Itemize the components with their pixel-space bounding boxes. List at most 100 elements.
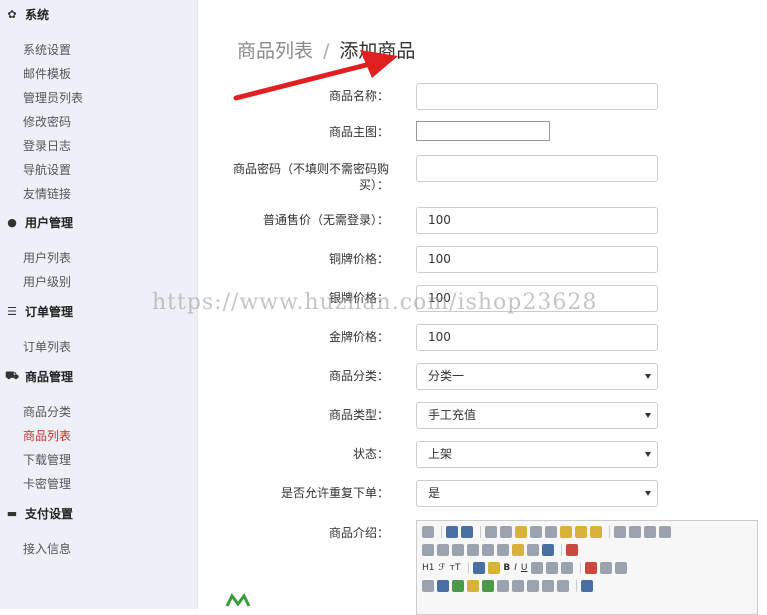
preview-icon[interactable] xyxy=(485,526,497,538)
unordered-list-icon[interactable] xyxy=(437,544,449,556)
paste-text-icon[interactable] xyxy=(575,526,587,538)
category-select[interactable]: 分类一 xyxy=(416,363,658,390)
cut-icon[interactable] xyxy=(530,526,542,538)
watermark: https://www.huzhan.com/ishop23628 xyxy=(152,290,598,315)
map-icon[interactable] xyxy=(482,580,494,592)
align-justify-icon[interactable] xyxy=(659,526,671,538)
print-icon[interactable] xyxy=(500,526,512,538)
password-label: 商品密码（不填则不需密码购买）： xyxy=(232,162,389,192)
sidebar-item[interactable]: 修改密码 xyxy=(0,110,198,134)
copy-icon[interactable] xyxy=(545,526,557,538)
sidebar-item[interactable]: 接入信息 xyxy=(0,537,198,561)
sidebar-section-title[interactable]: ✿ 系统 xyxy=(0,4,198,24)
sidebar-item[interactable]: 邮件模板 xyxy=(0,62,198,86)
eraser-icon[interactable] xyxy=(561,562,574,574)
user-icon: ● xyxy=(7,215,17,229)
password-input[interactable] xyxy=(416,155,658,182)
unlink-icon[interactable] xyxy=(557,580,569,592)
paste-icon[interactable] xyxy=(560,526,572,538)
cursor-icon[interactable] xyxy=(542,544,554,556)
sidebar-item[interactable]: 管理员列表 xyxy=(0,86,198,110)
font-family-button[interactable]: ℱ xyxy=(439,563,446,573)
gold-price-label: 金牌价格： xyxy=(328,330,389,344)
code-icon[interactable] xyxy=(497,580,509,592)
sidebar-item[interactable]: 下载管理 xyxy=(0,448,198,472)
help-icon[interactable] xyxy=(581,580,593,592)
align-right-icon[interactable] xyxy=(644,526,656,538)
strikethrough-icon[interactable] xyxy=(531,562,544,574)
form-row-gold-price: 金牌价格： 100 xyxy=(199,322,767,352)
list-icon: ☰ xyxy=(7,304,17,318)
repeat-select[interactable]: 是 xyxy=(416,480,658,507)
line-height-icon[interactable] xyxy=(546,562,559,574)
align-left-icon[interactable] xyxy=(614,526,626,538)
form-row-repeat: 是否允许重复下单： 是 xyxy=(199,478,767,508)
font-size-button[interactable]: тT xyxy=(450,563,461,573)
flash-icon[interactable] xyxy=(600,562,613,574)
image-label: 商品主图： xyxy=(328,125,389,139)
rich-text-editor[interactable]: H1 ℱтT B I U xyxy=(416,520,758,615)
sidebar-item[interactable]: 订单列表 xyxy=(0,335,198,359)
sidebar-item[interactable]: 商品列表 xyxy=(0,424,198,448)
name-input[interactable] xyxy=(416,83,658,110)
template-icon[interactable] xyxy=(515,526,527,538)
undo-icon[interactable] xyxy=(446,526,458,538)
sidebar-item[interactable]: 系统设置 xyxy=(0,38,198,62)
subscript-icon[interactable] xyxy=(482,544,494,556)
sidebar-section-label: 订单管理 xyxy=(25,304,74,319)
font-color-icon[interactable] xyxy=(473,562,486,574)
anchor-icon[interactable] xyxy=(527,580,539,592)
redo-icon[interactable] xyxy=(461,526,473,538)
sidebar-item[interactable]: 商品分类 xyxy=(0,400,198,424)
insert-icon[interactable] xyxy=(452,580,464,592)
sidebar-item[interactable]: 用户列表 xyxy=(0,246,198,270)
intro-label: 商品介绍： xyxy=(328,526,389,540)
form-row-password: 商品密码（不填则不需密码购买）： xyxy=(199,153,767,192)
logo-icon xyxy=(225,593,251,607)
bronze-price-input[interactable]: 100 xyxy=(416,246,658,273)
sidebar-item[interactable]: 友情链接 xyxy=(0,182,198,206)
bold-button[interactable]: B xyxy=(503,563,510,573)
sidebar-section-title[interactable]: ⛟ 商品管理 xyxy=(0,366,198,386)
image-icon[interactable] xyxy=(585,562,598,574)
image-file-input[interactable] xyxy=(416,121,550,141)
sidebar-section-title[interactable]: ▬ 支付设置 xyxy=(0,503,198,523)
attachment-icon[interactable] xyxy=(422,580,434,592)
ordered-list-icon[interactable] xyxy=(422,544,434,556)
sidebar-section: ✿ 系统系统设置 邮件模板 管理员列表 修改密码 登录日志 导航设置 友情链接 xyxy=(0,4,198,206)
repeat-label: 是否允许重复下单： xyxy=(280,486,389,500)
align-center-icon[interactable] xyxy=(629,526,641,538)
source-icon[interactable] xyxy=(422,526,434,538)
indent-icon[interactable] xyxy=(452,544,464,556)
outdent-icon[interactable] xyxy=(467,544,479,556)
fullscreen-icon[interactable] xyxy=(566,544,578,556)
italic-button[interactable]: I xyxy=(514,563,517,573)
paste-word-icon[interactable] xyxy=(590,526,602,538)
type-select[interactable]: 手工充值 xyxy=(416,402,658,429)
sidebar-item[interactable]: 卡密管理 xyxy=(0,472,198,496)
select-all-icon[interactable] xyxy=(527,544,539,556)
underline-button[interactable]: U xyxy=(521,563,528,573)
form-row-status: 状态： 上架 xyxy=(199,439,767,469)
pagebreak-icon[interactable] xyxy=(512,580,524,592)
sidebar-section-title[interactable]: ● 用户管理 xyxy=(0,212,198,232)
form-row-type: 商品类型： 手工充值 xyxy=(199,400,767,430)
superscript-icon[interactable] xyxy=(497,544,509,556)
gold-price-input[interactable]: 100 xyxy=(416,324,658,351)
status-select[interactable]: 上架 xyxy=(416,441,658,468)
emoticon-icon[interactable] xyxy=(467,580,479,592)
media-icon[interactable] xyxy=(615,562,628,574)
sidebar-section-label: 用户管理 xyxy=(25,215,74,230)
clear-format-icon[interactable] xyxy=(512,544,524,556)
normal-price-input[interactable]: 100 xyxy=(416,207,658,234)
editor-toolbar-row-1 xyxy=(422,523,674,541)
highlight-icon[interactable] xyxy=(488,562,501,574)
sidebar-item[interactable]: 登录日志 xyxy=(0,134,198,158)
bronze-price-label: 铜牌价格： xyxy=(328,252,389,266)
table-icon[interactable] xyxy=(437,580,449,592)
link-icon[interactable] xyxy=(542,580,554,592)
form-row-category: 商品分类： 分类一 xyxy=(199,361,767,391)
sidebar-item[interactable]: 导航设置 xyxy=(0,158,198,182)
heading-button[interactable]: H1 xyxy=(422,563,435,573)
